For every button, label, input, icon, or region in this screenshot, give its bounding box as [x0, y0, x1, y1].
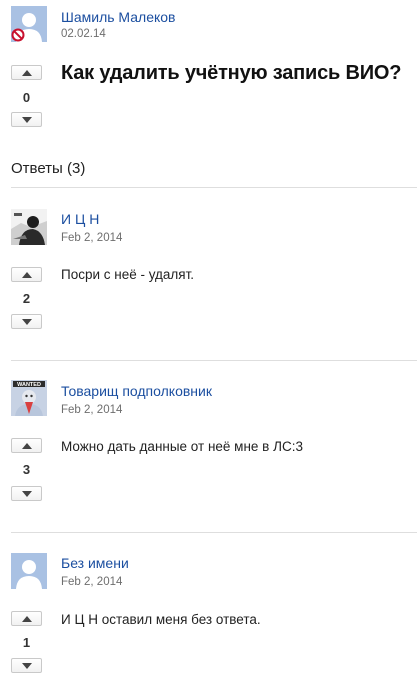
arrow-up-icon [21, 69, 32, 76]
svg-text:WANTED: WANTED [17, 382, 41, 388]
vote-up-button[interactable] [11, 65, 42, 80]
vote-up-button[interactable] [11, 267, 42, 282]
divider [11, 187, 417, 188]
blocked-icon [11, 28, 25, 42]
answer-author-name[interactable]: Без имени [61, 555, 129, 571]
answer-author-name[interactable]: И Ц Н [61, 211, 99, 227]
avatar[interactable] [11, 553, 47, 589]
vote-count: 0 [22, 90, 31, 105]
arrow-up-icon [21, 271, 32, 278]
vote-down-button[interactable] [11, 658, 42, 673]
divider [11, 532, 417, 533]
arrow-down-icon [21, 662, 32, 669]
avatar[interactable]: WANTED [11, 380, 47, 416]
arrow-up-icon [21, 615, 32, 622]
answer-author-name[interactable]: Товарищ подполковник [61, 383, 212, 399]
answers-heading: Ответы (3) [11, 160, 86, 177]
vote-count: 1 [22, 635, 31, 650]
vote-down-button[interactable] [11, 314, 42, 329]
answer-text: И Ц Н оставил меня без ответа. [61, 612, 261, 627]
question-date: 02.02.14 [61, 28, 106, 40]
answer-date: Feb 2, 2014 [61, 576, 123, 588]
answer-text: Посри с неё - удалят. [61, 267, 195, 282]
vote-down-button[interactable] [11, 486, 42, 501]
avatar[interactable] [11, 209, 47, 245]
arrow-down-icon [21, 490, 32, 497]
answer-text: Можно дать данные от неё мне в ЛС:3 [61, 439, 303, 454]
arrow-down-icon [21, 116, 32, 123]
vote-down-button[interactable] [11, 112, 42, 127]
divider [11, 360, 417, 361]
vote-count: 3 [22, 462, 31, 477]
avatar[interactable] [11, 6, 47, 42]
question-title: Как удалить учётную запись ВИО? [61, 62, 402, 84]
vote-up-button[interactable] [11, 438, 42, 453]
arrow-down-icon [21, 318, 32, 325]
answer-date: Feb 2, 2014 [61, 404, 123, 416]
vote-up-button[interactable] [11, 611, 42, 626]
question-author-name[interactable]: Шамиль Малеков [61, 9, 175, 25]
arrow-up-icon [21, 442, 32, 449]
answer-date: Feb 2, 2014 [61, 232, 123, 244]
vote-count: 2 [22, 291, 31, 306]
